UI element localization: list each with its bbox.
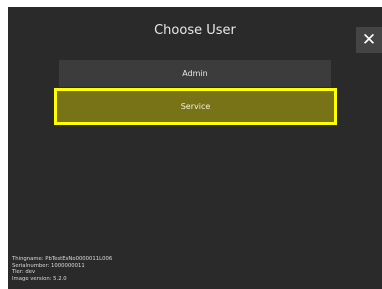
user-option-admin[interactable]: Admin: [59, 60, 331, 87]
dialog-title: Choose User: [154, 23, 236, 38]
device-tier: Tier: dev: [12, 269, 36, 276]
choose-user-dialog: Choose User ✕ Admin Service Thingname: P…: [8, 7, 382, 289]
screen-frame: Choose User ✕ Admin Service Thingname: P…: [0, 0, 382, 289]
device-serialnumber: Serialnumber: 1000000011: [12, 262, 85, 269]
close-icon: ✕: [361, 30, 377, 50]
device-info: Thingname: PbTestEsNo0000011L006 Serialn…: [12, 256, 112, 282]
close-button[interactable]: ✕: [356, 27, 382, 53]
device-thingname: Thingname: PbTestEsNo0000011L006: [12, 256, 113, 262]
device-image-version: Image version: 5.2.0: [12, 275, 67, 282]
user-option-service[interactable]: Service: [54, 88, 337, 125]
